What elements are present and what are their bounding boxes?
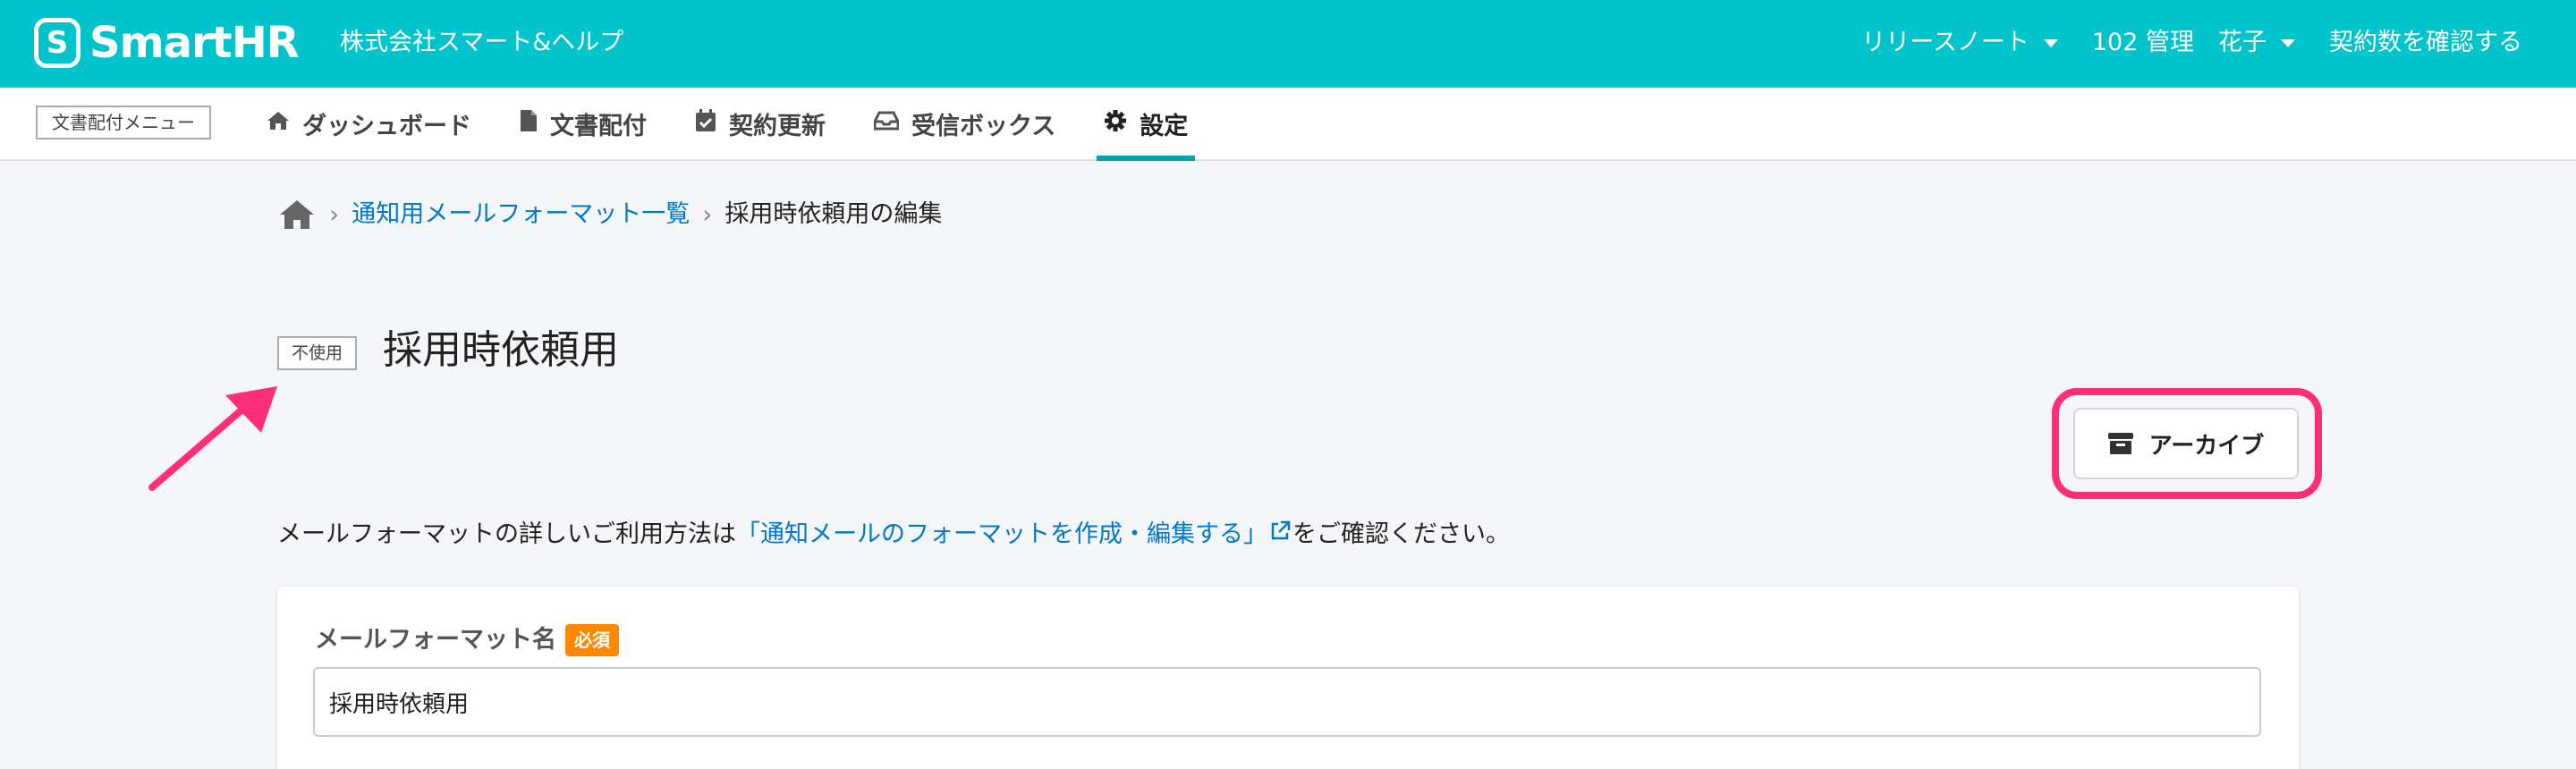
home-icon [267, 110, 290, 138]
release-notes-label: リリースノート [1861, 29, 2029, 56]
info-text-after: をご確認ください。 [1292, 520, 1510, 548]
external-link-icon[interactable] [1269, 517, 1291, 553]
tab-label: ダッシュボード [302, 112, 471, 140]
chevron-right-icon: › [329, 199, 340, 229]
menu-label: 文書配付メニュー [36, 106, 211, 139]
breadcrumb: › 通知用メールフォーマット一覧 › 採用時依頼用の編集 [277, 197, 942, 232]
tab-inbox[interactable]: 受信ボックス [867, 88, 1063, 159]
gear-icon [1104, 109, 1127, 139]
archive-box-icon [2107, 433, 2133, 454]
usage-info-text: メールフォーマットの詳しいご利用方法は「通知メールのフォーマットを作成・編集する… [277, 517, 1510, 553]
inbox-icon [873, 110, 900, 137]
info-text-before: メールフォーマットの詳しいご利用方法は [277, 520, 736, 548]
smarthr-logo[interactable]: S SmartHR [34, 18, 300, 68]
tab-dashboard[interactable]: ダッシュボード [259, 88, 479, 159]
nav-tabs: ダッシュボード 文書配付 契約更新 受信ボックス 設定 [259, 88, 1229, 161]
format-form-card: メールフォーマット名 必須 [277, 587, 2299, 769]
caret-down-icon [2281, 38, 2295, 47]
archive-button-label: アーカイブ [2148, 432, 2265, 460]
breadcrumb-link-format-list[interactable]: 通知用メールフォーマット一覧 [352, 197, 690, 232]
user-menu-dropdown[interactable]: 102 管理 花子 [2092, 25, 2295, 61]
tab-label: 設定 [1140, 112, 1189, 140]
logo-text: SmartHR [89, 18, 300, 68]
chevron-right-icon: › [702, 199, 713, 229]
format-name-label-text: メールフォーマット名 [315, 626, 556, 654]
tab-documents[interactable]: 文書配付 [513, 88, 654, 159]
logo-mark-icon: S [34, 18, 80, 68]
format-name-input[interactable] [313, 667, 2261, 737]
caret-down-icon [2043, 38, 2058, 47]
archive-button[interactable]: アーカイブ [2073, 408, 2299, 479]
check-contract-link[interactable]: 契約数を確認する [2329, 25, 2522, 61]
home-icon[interactable] [277, 197, 317, 232]
release-notes-dropdown[interactable]: リリースノート [1861, 25, 2058, 61]
user-name: 102 管理 花子 [2091, 29, 2267, 56]
tab-label: 契約更新 [729, 112, 826, 140]
tab-label: 文書配付 [550, 112, 647, 140]
help-article-link[interactable]: 「通知メールのフォーマットを作成・編集する」 [736, 520, 1267, 548]
tab-contract-renewal[interactable]: 契約更新 [688, 88, 833, 159]
file-icon [520, 109, 538, 139]
breadcrumb-current: 採用時依頼用の編集 [724, 200, 943, 228]
tenant-name: 株式会社スマート&ヘルプ [340, 29, 624, 56]
top-header: S SmartHR 株式会社スマート&ヘルプ リリースノート 102 管理 花子… [0, 0, 2576, 88]
format-name-label: メールフォーマット名 必須 [315, 622, 619, 658]
tab-settings[interactable]: 設定 [1097, 88, 1196, 161]
calendar-check-icon [695, 108, 716, 139]
required-badge: 必須 [565, 624, 619, 656]
annotation-arrow-icon [148, 386, 277, 491]
tab-label: 受信ボックス [911, 112, 1056, 140]
header-menu: リリースノート 102 管理 花子 契約数を確認する [1827, 25, 2522, 61]
app-navbar: 文書配付メニュー ダッシュボード 文書配付 契約更新 受信ボックス 設定 [0, 88, 2576, 161]
status-badge: 不使用 [277, 336, 358, 370]
page-title: 採用時依頼用 [383, 327, 619, 373]
